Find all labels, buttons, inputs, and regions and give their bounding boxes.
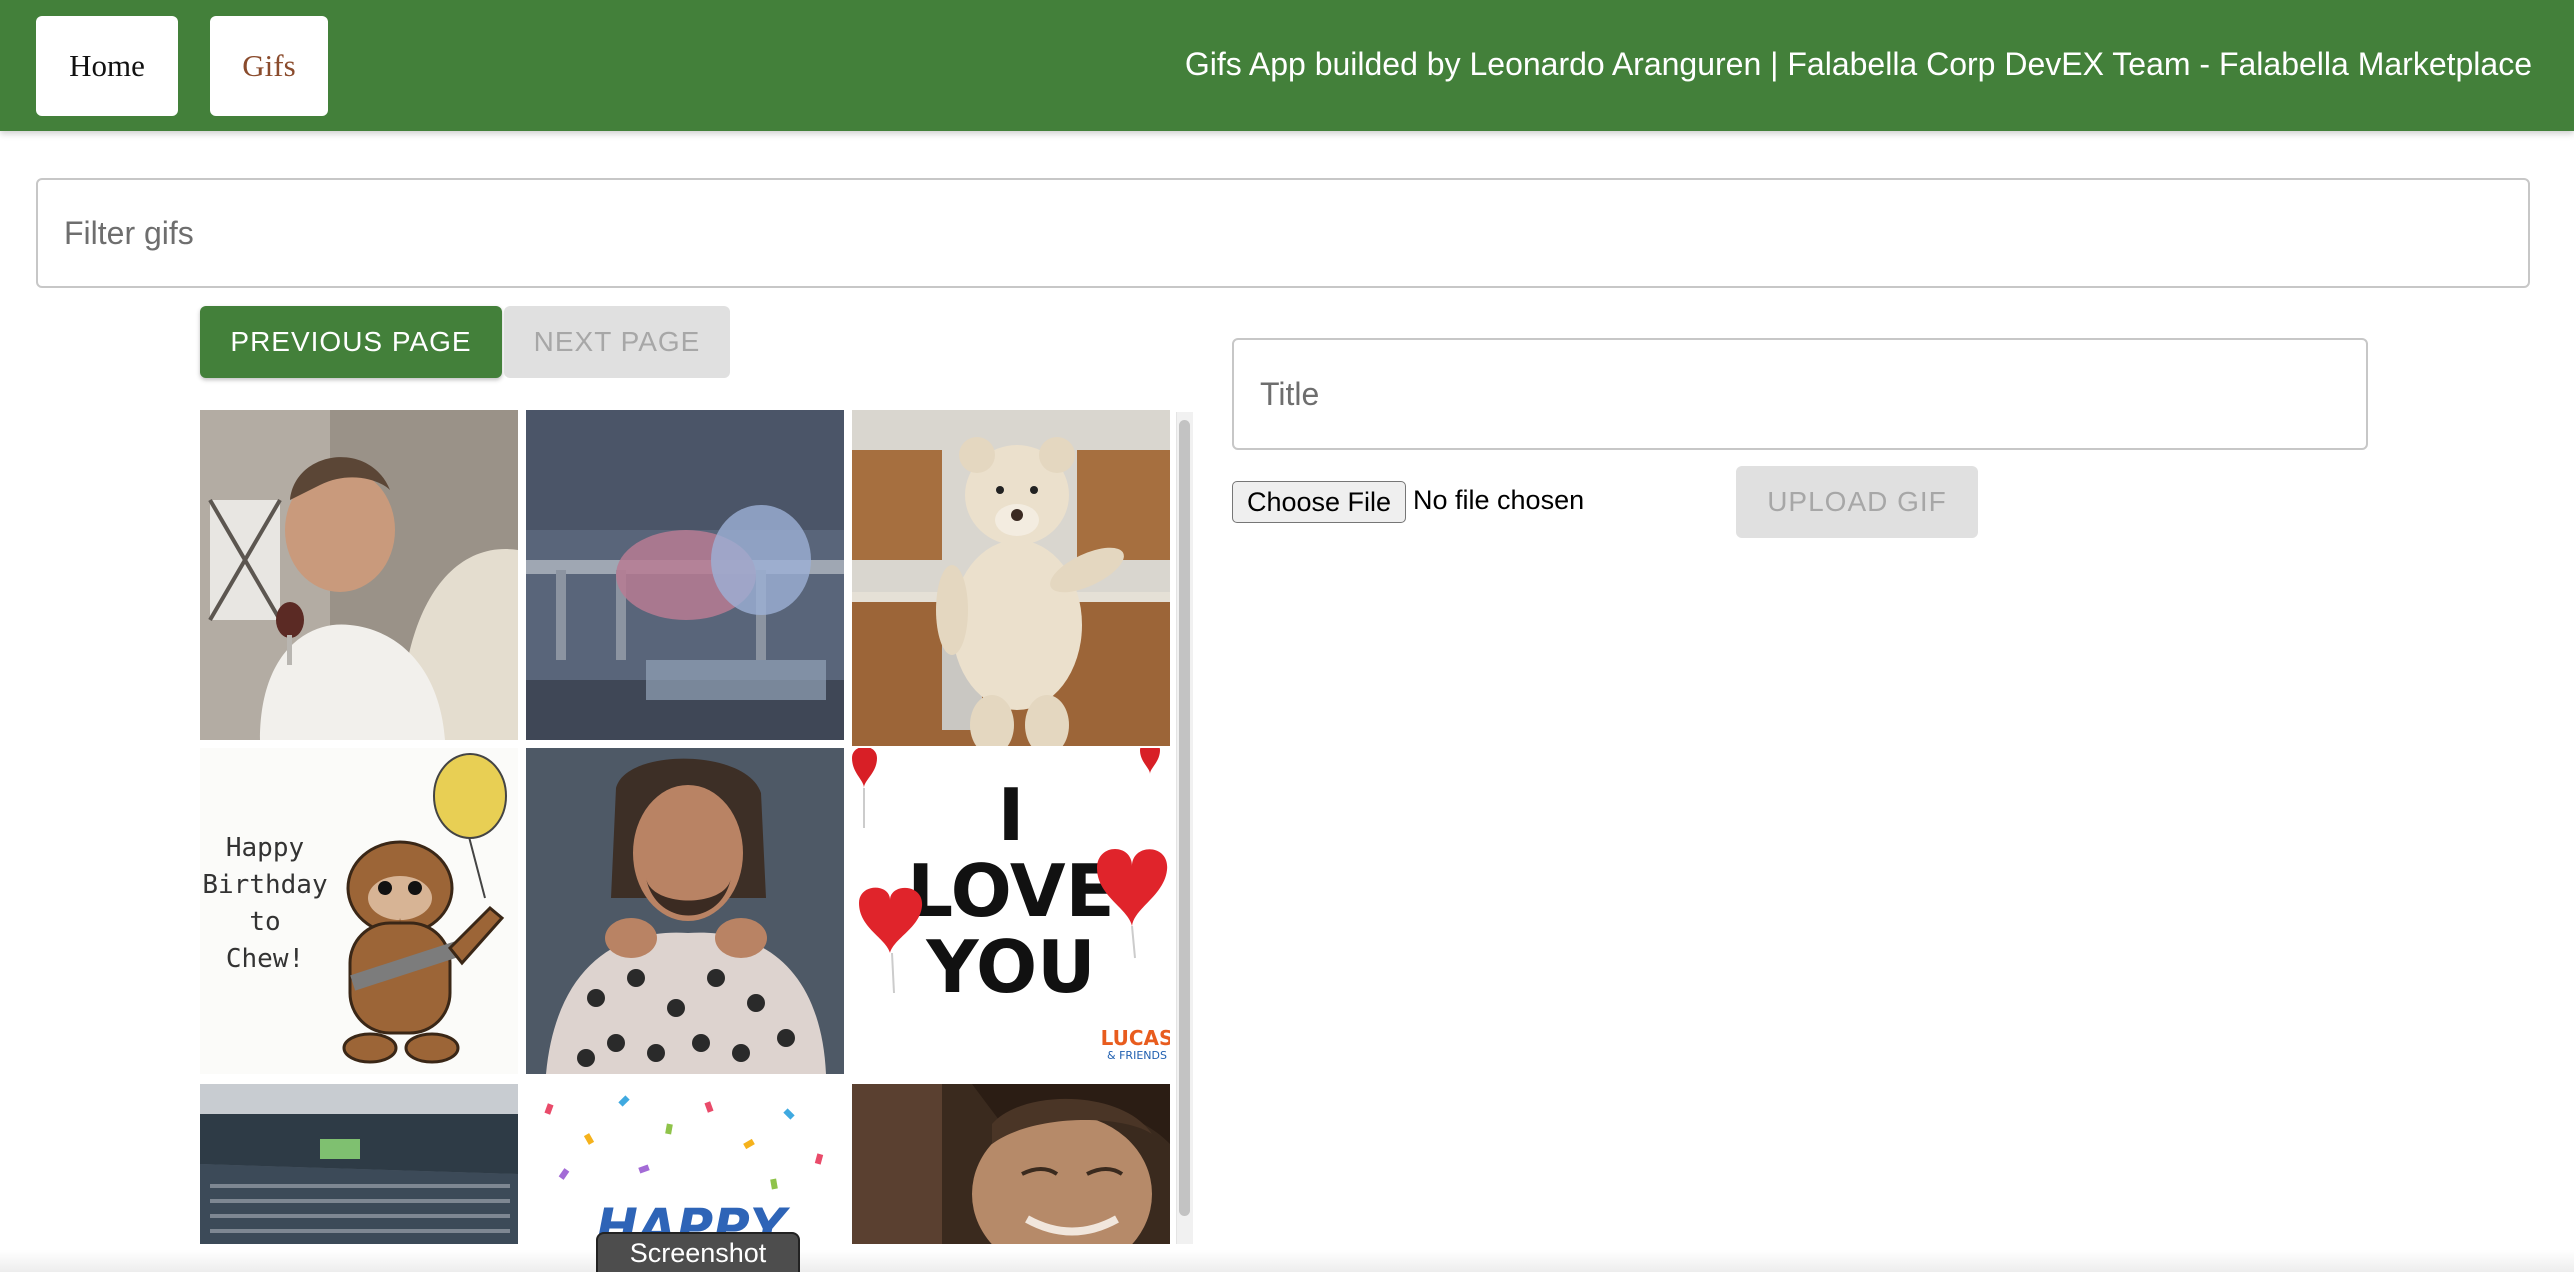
gif-tile-blurry-dancing[interactable]: [526, 410, 844, 740]
filter-gifs-input[interactable]: [36, 178, 2530, 288]
gif-tile-man-laughing[interactable]: [200, 410, 518, 740]
chewbacca-text-line-1: Happy: [226, 833, 304, 863]
chewbacca-text-line-2: Birthday: [202, 870, 327, 900]
love-text-line-1: I: [998, 773, 1025, 857]
choose-file-button[interactable]: Choose File: [1232, 481, 1406, 523]
file-status-text: No file chosen: [1413, 485, 1585, 515]
gif-tile-man-smiling[interactable]: [852, 1084, 1170, 1244]
app-header: Home Gifs Gifs App builded by Leonardo A…: [0, 0, 2574, 131]
gif-tile-teddy-bear[interactable]: [852, 410, 1170, 746]
upload-gif-button[interactable]: UPLOAD GIF: [1736, 466, 1978, 538]
gif-tile-stadium[interactable]: [200, 1084, 518, 1244]
nav-home-button[interactable]: Home: [36, 16, 178, 116]
app-title: Gifs App builded by Leonardo Aranguren |…: [1184, 46, 2532, 82]
love-text-line-3: YOU: [925, 925, 1095, 1009]
bottom-shadow: [0, 1250, 2574, 1272]
gif-tile-man-dotted-shirt[interactable]: [526, 748, 844, 1074]
chewbacca-text-line-3: to: [249, 907, 280, 937]
next-page-button[interactable]: NEXT PAGE: [504, 306, 730, 378]
screenshot-tooltip: Screenshot: [596, 1232, 800, 1272]
love-text-line-2: LOVE: [907, 849, 1115, 933]
chewbacca-text-line-4: Chew!: [226, 944, 304, 974]
lucas-badge: LUCAS: [1101, 1026, 1170, 1050]
lucas-badge-sub: & FRIENDS: [1107, 1049, 1167, 1062]
gif-tile-i-love-you[interactable]: I LOVE YOU LUCAS & FRIENDS: [852, 748, 1170, 1074]
nav-gifs-button[interactable]: Gifs: [210, 16, 328, 116]
previous-page-button[interactable]: PREVIOUS PAGE: [200, 306, 502, 378]
gif-tile-happy-confetti[interactable]: HAPPY: [526, 1084, 844, 1244]
title-input[interactable]: [1232, 338, 2368, 450]
gif-grid: Happy Birthday to Chew! I LOVE YOU LUCAS…: [200, 410, 1200, 1244]
gif-tile-chewbacca-birthday[interactable]: Happy Birthday to Chew!: [200, 748, 518, 1074]
gif-grid-scrollbar-thumb[interactable]: [1179, 420, 1190, 1216]
